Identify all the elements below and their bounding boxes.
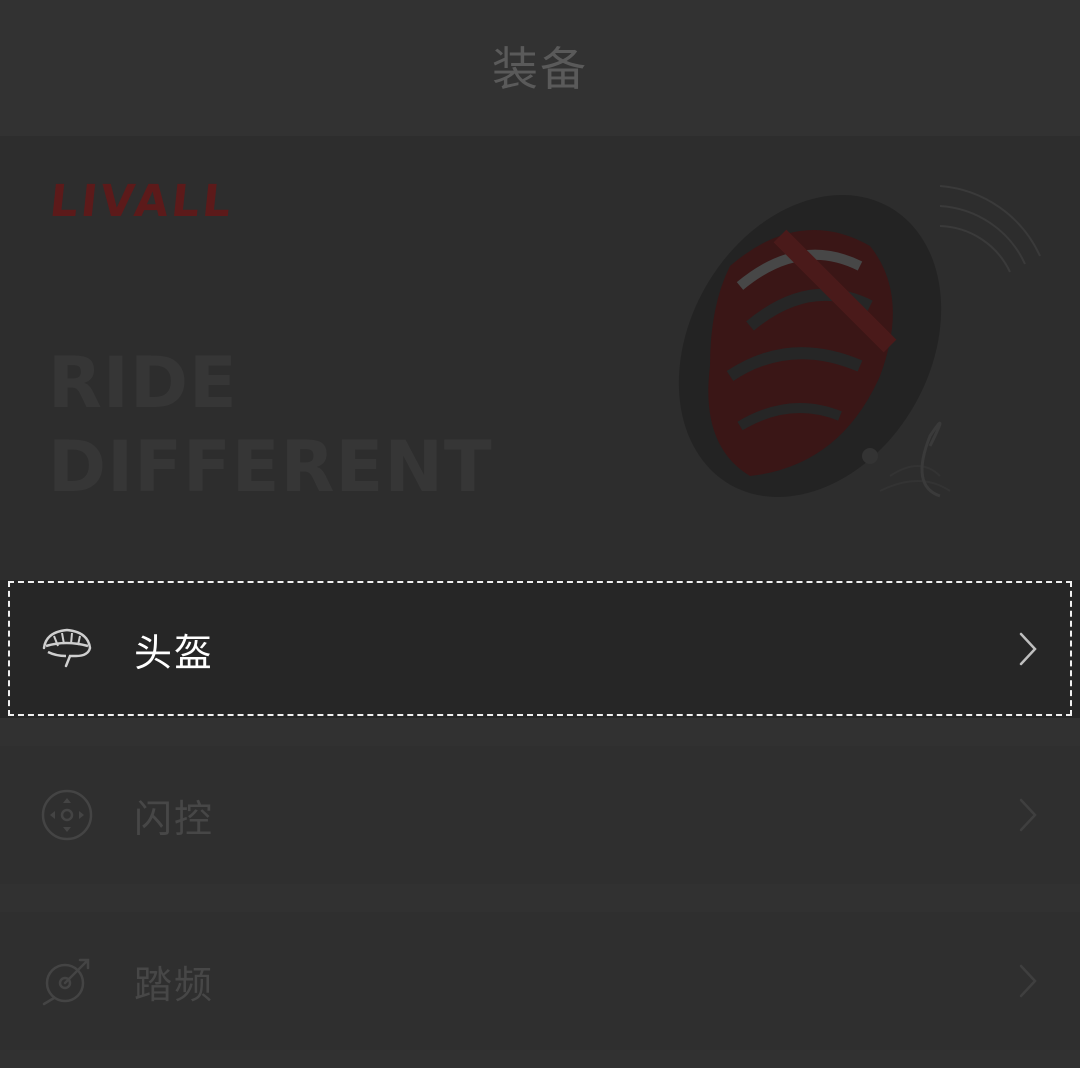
- slogan-line-1: RIDE: [48, 342, 238, 424]
- device-row-remote[interactable]: 闪控: [0, 746, 1080, 884]
- device-row-label: 踏频: [134, 962, 215, 1007]
- chevron-right-icon: [1019, 632, 1037, 666]
- chevron-right-icon: [1019, 964, 1037, 998]
- row-divider: [0, 1050, 1080, 1068]
- cadence-sensor-icon: [42, 958, 90, 1006]
- promo-banner: LIVALL RIDE DIFFERENT: [0, 136, 1080, 580]
- row-divider: [0, 884, 1080, 912]
- device-row-label: 头盔: [134, 630, 215, 675]
- device-row-cadence[interactable]: 踏频: [0, 912, 1080, 1050]
- slogan-line-2: DIFFERENT: [48, 426, 493, 508]
- helmet-icon: [42, 628, 92, 668]
- row-divider: [0, 718, 1080, 746]
- helmet-product-image: [678, 185, 1041, 498]
- page-title: 装备: [492, 42, 588, 96]
- app-header: 装备: [0, 0, 1080, 136]
- chevron-right-icon: [1019, 798, 1037, 832]
- device-row-helmet[interactable]: 头盔: [0, 580, 1080, 718]
- brand-logo: LIVALL: [47, 176, 237, 227]
- remote-control-icon: [41, 789, 93, 841]
- device-row-label: 闪控: [134, 796, 215, 841]
